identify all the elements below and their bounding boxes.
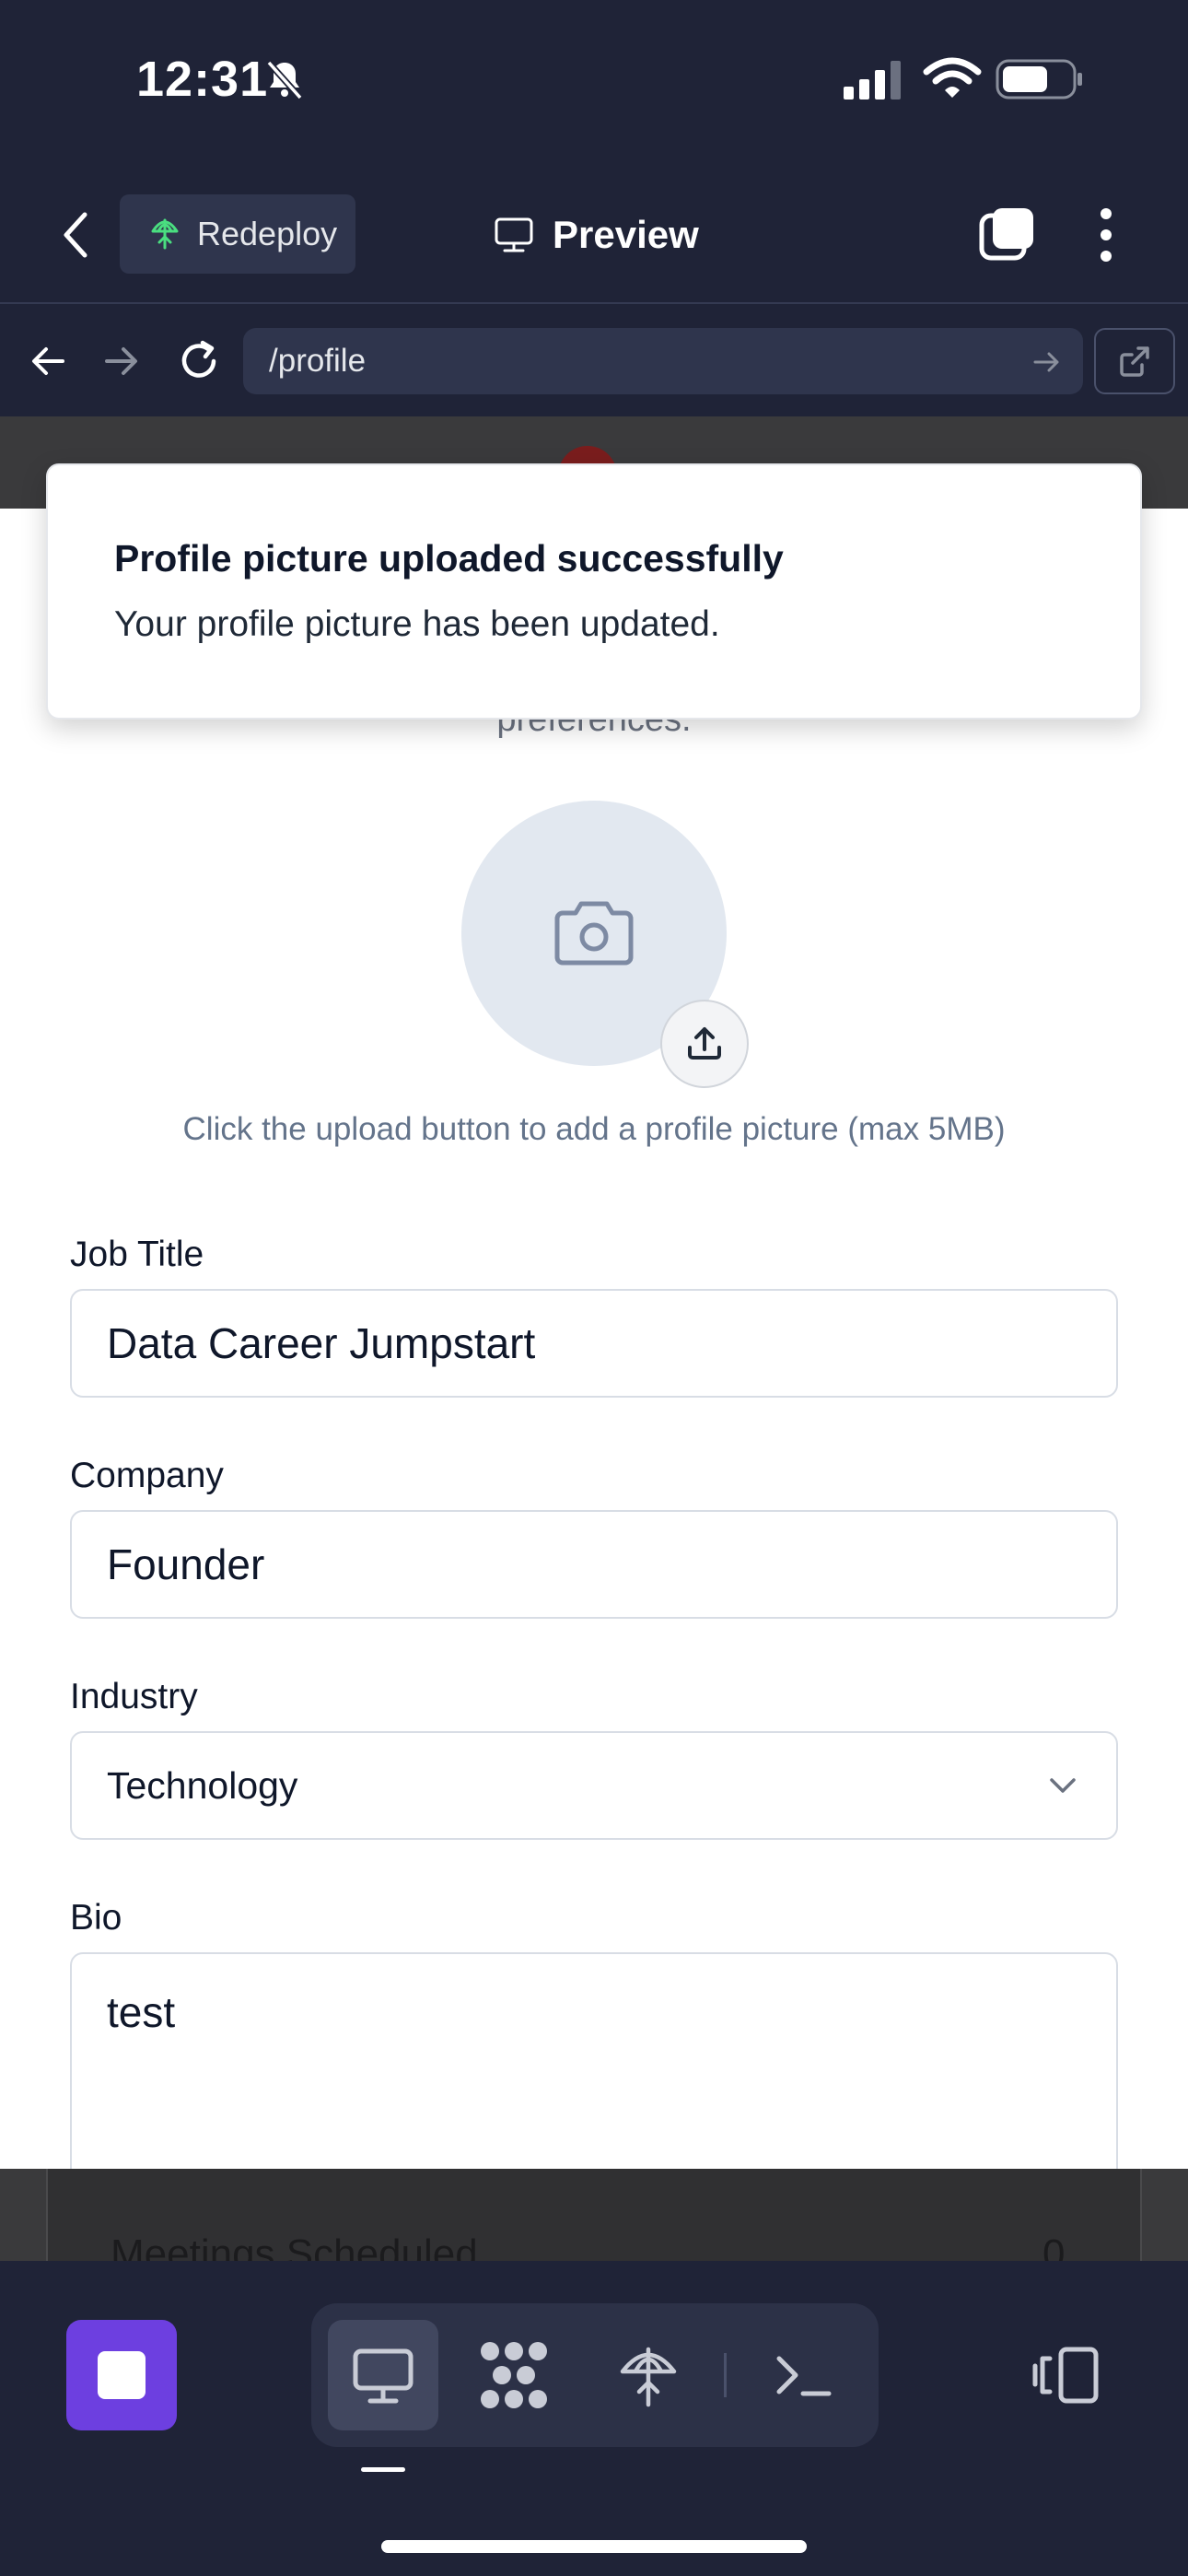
upload-icon: [688, 1027, 721, 1060]
external-link-icon: [1120, 346, 1149, 377]
signal-icon: [844, 61, 901, 100]
redeploy-button[interactable]: Redeploy: [120, 194, 355, 274]
stop-button[interactable]: [66, 2320, 177, 2430]
toast-description: Your profile picture has been updated.: [114, 604, 720, 644]
desktop-icon: [353, 2348, 413, 2404]
globe-tree-icon: [151, 218, 179, 250]
company-label: Company: [70, 1456, 224, 1495]
company-input[interactable]: Founder: [70, 1510, 1118, 1619]
tool-separator: [724, 2353, 727, 2397]
battery-icon: [996, 59, 1082, 100]
chevron-left-icon[interactable]: [57, 207, 94, 263]
camera-icon: [554, 901, 634, 966]
tabs-icon[interactable]: [978, 205, 1037, 263]
deploy-icon[interactable]: [611, 2338, 685, 2412]
arrow-right-icon[interactable]: [1030, 345, 1065, 380]
wifi-icon: [923, 57, 982, 98]
redeploy-label: Redeploy: [197, 215, 338, 252]
bell-slash-icon: [266, 60, 303, 100]
bio-textarea[interactable]: test: [70, 1952, 1118, 2192]
upload-picture-button[interactable]: [660, 1000, 749, 1088]
meetings-scheduled-label: Meetings Scheduled: [111, 2231, 478, 2261]
split-view-icon[interactable]: [1030, 2338, 1103, 2412]
preview-title-label: Preview: [553, 213, 699, 256]
industry-label: Industry: [70, 1677, 198, 1716]
job-title-label: Job Title: [70, 1235, 204, 1274]
job-title-value: Data Career Jumpstart: [107, 1319, 536, 1367]
bio-value: test: [107, 1988, 176, 2036]
home-indicator: [381, 2540, 807, 2553]
terminal-icon[interactable]: [766, 2338, 840, 2412]
success-toast[interactable]: Profile picture uploaded successfully Yo…: [46, 463, 1142, 720]
url-input[interactable]: /profile: [243, 328, 1083, 394]
apps-icon[interactable]: [477, 2338, 551, 2412]
toast-title: Profile picture uploaded successfully: [114, 537, 784, 580]
active-tab-indicator: [361, 2467, 405, 2472]
industry-value: Technology: [107, 1763, 298, 1807]
url-path: /profile: [269, 343, 367, 379]
upload-hint: Click the upload button to add a profile…: [182, 1111, 1006, 1147]
meetings-scheduled-value: 0: [1042, 2231, 1066, 2261]
reload-icon[interactable]: [175, 337, 223, 385]
status-time: 12:31: [136, 52, 269, 107]
preview-title: Preview: [494, 205, 699, 265]
bio-label: Bio: [70, 1898, 122, 1938]
arrow-right-icon[interactable]: [99, 339, 144, 383]
kebab-menu-icon[interactable]: [1092, 205, 1120, 265]
industry-select[interactable]: Technology: [70, 1731, 1118, 1840]
monitor-icon: [495, 217, 533, 252]
job-title-input[interactable]: Data Career Jumpstart: [70, 1289, 1118, 1398]
open-external-button[interactable]: [1094, 328, 1175, 394]
dimmed-background-bottom: Meetings Scheduled 0: [0, 2169, 1188, 2261]
company-value: Founder: [107, 1540, 265, 1588]
chevron-down-icon: [1050, 1778, 1076, 1793]
arrow-left-icon[interactable]: [26, 339, 70, 383]
stop-icon: [98, 2351, 146, 2399]
